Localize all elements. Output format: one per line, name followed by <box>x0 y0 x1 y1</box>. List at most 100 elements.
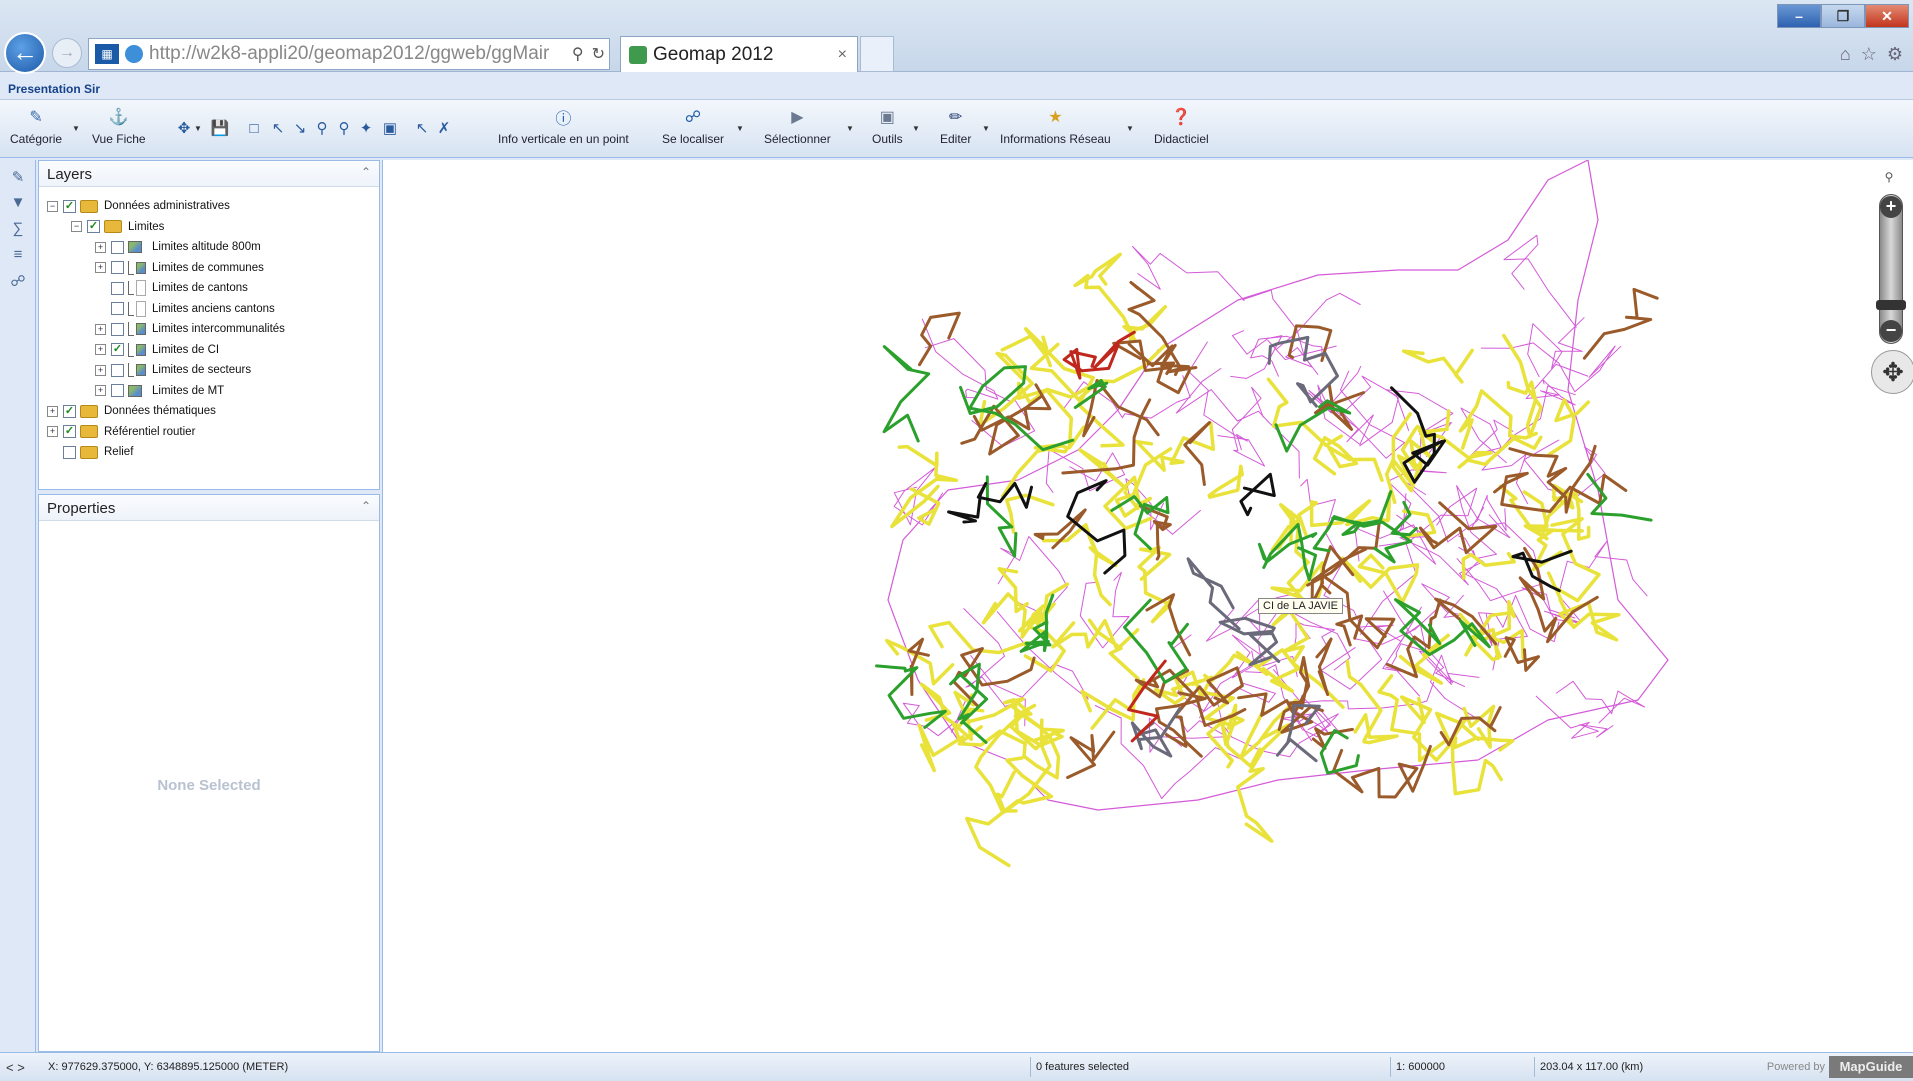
expand-node-icon[interactable]: + <box>47 405 58 417</box>
layer-visibility-checkbox[interactable]: ✓ <box>63 199 76 213</box>
powered-by-text: Powered by <box>1766 1061 1825 1073</box>
collapse-icon[interactable]: ⌃ <box>361 499 371 513</box>
categorie-button[interactable]: ✎ Catégorie <box>10 106 62 154</box>
layer-visibility-checkbox[interactable]: ✓ <box>87 220 100 233</box>
refresh-icon[interactable]: ↻ <box>588 44 609 64</box>
layer-visibility-checkbox[interactable] <box>111 302 124 315</box>
save-icon[interactable]: 💾 <box>210 118 230 138</box>
zoom-rectangle-icon[interactable]: □ <box>244 118 264 138</box>
back-button[interactable]: ← <box>4 32 46 74</box>
ruler-icon[interactable]: ≡ <box>8 246 28 266</box>
didacticiel-button[interactable]: ❓ Didacticiel <box>1154 106 1209 154</box>
layer-visibility-checkbox[interactable]: ✓ <box>63 425 76 438</box>
expand-node-icon[interactable]: + <box>47 426 58 437</box>
nav-arrows-icon[interactable]: < > <box>6 1060 25 1075</box>
zoom-out-icon[interactable]: ⚲ <box>312 118 332 138</box>
layer-visibility-checkbox[interactable] <box>111 384 124 397</box>
clear-selection-icon[interactable]: ✗ <box>434 118 454 138</box>
layer-tree-item[interactable]: + ✓ Référentiel routier <box>47 423 195 441</box>
layer-tree-item[interactable]: − ✓ Limites <box>71 218 164 236</box>
expand-node-icon[interactable]: + <box>95 385 106 396</box>
layer-tree-item[interactable]: + Limites de communes <box>95 259 264 277</box>
layer-tree-item[interactable]: Limites anciens cantons <box>95 300 275 318</box>
layer-visibility-checkbox[interactable]: ✓ <box>111 343 124 356</box>
measure-icon[interactable]: ∑ <box>8 220 28 240</box>
pan-control[interactable]: ✥ <box>1871 350 1913 394</box>
zoom-control: ⚲ + − ✥ <box>1871 170 1913 400</box>
expand-node-icon[interactable]: + <box>95 241 106 253</box>
layer-tree-item[interactable]: + Limites de MT <box>95 382 224 400</box>
road-departmental <box>1547 398 1591 457</box>
layer-visibility-checkbox[interactable] <box>111 322 124 336</box>
collapse-node-icon[interactable]: − <box>71 221 82 232</box>
layers-tool-icon[interactable]: ✎ <box>8 168 28 188</box>
search-icon[interactable]: ⚲ <box>1875 170 1903 188</box>
map-canvas[interactable] <box>383 160 1913 1052</box>
next-view-icon[interactable]: ↘ <box>290 118 310 138</box>
layer-tree-item[interactable]: + Limites intercommunalités <box>95 320 285 338</box>
expand-node-icon[interactable]: + <box>95 262 106 273</box>
filter-icon[interactable]: ▼ <box>8 194 28 214</box>
address-bar[interactable]: ▦ http://w2k8-appli20/geomap2012/ggweb/g… <box>88 38 610 70</box>
layer-tree-item[interactable]: − ✓ Données administratives <box>47 197 230 215</box>
browser-tab[interactable]: Geomap 2012 × <box>620 36 858 72</box>
layer-tree-item[interactable]: + ✓ Limites de CI <box>95 341 219 359</box>
editer-button[interactable]: ✏ Editer <box>940 106 971 154</box>
url-text[interactable]: http://w2k8-appli20/geomap2012/ggweb/ggM… <box>149 43 568 65</box>
zoom-selection-icon[interactable]: ▣ <box>380 118 400 138</box>
zoom-extent-icon[interactable]: ✦ <box>356 118 376 138</box>
map-view[interactable]: CI de LA JAVIE ⚲ + − ✥ <box>382 160 1913 1052</box>
info-verticale-button[interactable]: ⓘ Info verticale en un point <box>498 106 629 154</box>
collapse-icon[interactable]: ⌃ <box>361 165 371 179</box>
expand-node-icon[interactable]: + <box>95 323 106 335</box>
chevron-down-icon[interactable]: ▼ <box>1126 124 1134 133</box>
expand-node-icon[interactable]: + <box>95 364 106 376</box>
home-icon[interactable]: ⌂ <box>1840 44 1851 65</box>
close-tab-icon[interactable]: × <box>838 46 847 64</box>
selectionner-button[interactable]: ▶ Sélectionner <box>764 106 831 154</box>
layer-visibility-checkbox[interactable] <box>111 240 124 254</box>
forward-button[interactable]: → <box>52 38 82 68</box>
layer-visibility-checkbox[interactable] <box>111 281 124 295</box>
layer-visibility-checkbox[interactable]: ✓ <box>63 404 76 418</box>
left-icon-rail: ✎ ▼ ∑ ≡ ☍ <box>0 160 36 1052</box>
outils-button[interactable]: ▣ Outils <box>872 106 903 154</box>
layer-visibility-checkbox[interactable] <box>111 261 124 274</box>
zoom-in-icon[interactable]: ⚲ <box>334 118 354 138</box>
zoom-out-button[interactable]: − <box>1880 320 1902 342</box>
layer-tree-item[interactable]: Relief <box>47 443 133 461</box>
vue-fiche-button[interactable]: ⚓ Vue Fiche <box>92 106 146 154</box>
vue-fiche-icon: ⚓ <box>108 109 129 126</box>
layer-tree-item[interactable]: + ✓ Données thématiques <box>47 402 216 420</box>
minimize-button[interactable]: – <box>1777 4 1821 28</box>
chevron-down-icon[interactable]: ▼ <box>982 124 990 133</box>
properties-panel: Properties ⌃ None Selected <box>38 494 380 1052</box>
informations-reseau-button[interactable]: ★ Informations Réseau <box>1000 106 1111 154</box>
layer-tree-item[interactable]: Limites de cantons <box>95 279 248 297</box>
close-window-button[interactable]: ✕ <box>1865 4 1909 28</box>
properties-panel-title: Properties <box>47 500 116 517</box>
new-tab-button[interactable] <box>860 36 894 72</box>
layer-tree-item[interactable]: + Limites de secteurs <box>95 361 251 379</box>
search-icon[interactable]: ⚲ <box>568 44 588 64</box>
collapse-node-icon[interactable]: − <box>47 200 58 212</box>
previous-view-icon[interactable]: ↖ <box>268 118 288 138</box>
zoom-in-button[interactable]: + <box>1880 196 1902 218</box>
layer-visibility-checkbox[interactable] <box>63 445 76 459</box>
select-icon[interactable]: ↖ <box>412 118 432 138</box>
binoculars-icon[interactable]: ☍ <box>8 272 28 292</box>
zoom-slider-thumb[interactable] <box>1876 300 1906 310</box>
chevron-down-icon[interactable]: ▼ <box>736 124 744 133</box>
se-localiser-button[interactable]: ☍ Se localiser <box>662 106 724 154</box>
chevron-down-icon[interactable]: ▼ <box>72 124 80 133</box>
chevron-down-icon[interactable]: ▼ <box>912 124 920 133</box>
layer-visibility-checkbox[interactable] <box>111 363 124 377</box>
pan-icon[interactable]: ✥ <box>174 118 194 138</box>
favorites-star-icon[interactable]: ☆ <box>1861 44 1877 65</box>
layer-tree-item[interactable]: + Limites altitude 800m <box>95 238 261 256</box>
settings-gear-icon[interactable]: ⚙ <box>1887 44 1903 65</box>
maximize-button[interactable]: ❐ <box>1821 4 1865 28</box>
expand-node-icon[interactable]: + <box>95 344 106 355</box>
chevron-down-icon[interactable]: ▼ <box>846 124 854 133</box>
chevron-down-icon[interactable]: ▼ <box>194 124 202 133</box>
